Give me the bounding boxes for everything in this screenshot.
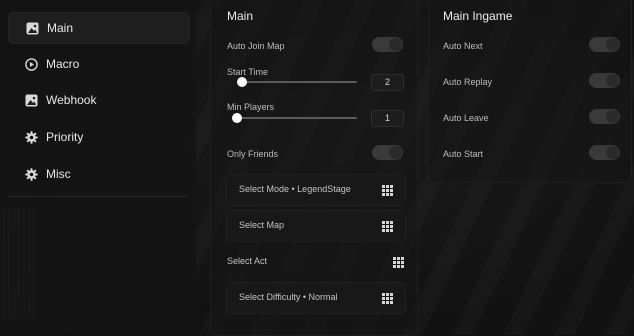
sidebar-item-label: Macro <box>46 57 80 71</box>
start-time-value[interactable]: 2 <box>371 74 404 91</box>
auto-leave-toggle[interactable] <box>589 109 620 124</box>
toggle-knob <box>606 38 619 51</box>
play-circle-icon <box>24 57 38 71</box>
select-act-label: Select Act <box>227 256 268 266</box>
start-time-slider[interactable] <box>237 77 357 87</box>
only-friends-label: Only Friends <box>227 149 279 159</box>
slider-thumb[interactable] <box>237 77 247 87</box>
select-act-dropdown[interactable]: Select Act <box>226 246 418 278</box>
select-difficulty-dropdown[interactable]: Select Difficulty • Normal <box>226 282 406 314</box>
start-time-label: Start Time <box>227 67 269 77</box>
gear-icon <box>24 167 38 181</box>
main-panel: Main Auto Join Map Start Time 2 Min Play… <box>210 0 418 336</box>
main-ingame-panel: Main Ingame Auto Next Auto Replay Auto L… <box>428 0 632 183</box>
min-players-slider[interactable] <box>232 113 357 123</box>
auto-leave-label: Auto Leave <box>443 113 489 123</box>
sidebar-item-webhook[interactable]: Webhook <box>8 85 188 115</box>
select-difficulty-label: Select Difficulty • Normal <box>239 292 338 302</box>
auto-replay-toggle[interactable] <box>589 73 620 88</box>
sidebar-item-misc[interactable]: Misc <box>8 159 188 189</box>
auto-next-label: Auto Next <box>443 41 483 51</box>
sidebar-item-label: Priority <box>46 130 84 144</box>
decorative-panel <box>0 208 35 318</box>
panel-title-ingame: Main Ingame <box>443 9 513 23</box>
gear-icon <box>24 130 38 144</box>
sidebar-item-main[interactable]: Main <box>8 12 190 44</box>
sidebar-item-macro[interactable]: Macro <box>8 49 188 79</box>
sidebar-item-label: Webhook <box>46 93 97 107</box>
image-icon <box>25 21 39 35</box>
grid-icon <box>382 293 393 304</box>
select-mode-label: Select Mode • LegendStage <box>239 184 351 194</box>
sidebar-item-label: Misc <box>46 167 71 181</box>
select-map-label: Select Map <box>239 220 285 230</box>
toggle-knob <box>606 146 619 159</box>
min-players-label: Min Players <box>227 102 275 112</box>
sidebar-divider <box>8 196 188 197</box>
sidebar: Main Macro Webhook Priority Misc <box>0 0 196 335</box>
auto-start-toggle[interactable] <box>589 145 620 160</box>
sidebar-item-label: Main <box>47 21 74 35</box>
grid-icon <box>382 221 393 232</box>
sidebar-item-priority[interactable]: Priority <box>8 122 188 152</box>
min-players-value[interactable]: 1 <box>371 110 404 127</box>
slider-thumb[interactable] <box>232 113 242 123</box>
auto-join-map-label: Auto Join Map <box>227 41 285 51</box>
auto-start-label: Auto Start <box>443 149 484 159</box>
select-mode-dropdown[interactable]: Select Mode • LegendStage <box>226 174 406 206</box>
toggle-knob <box>389 146 402 159</box>
auto-join-map-toggle[interactable] <box>372 37 403 52</box>
grid-icon <box>393 257 404 268</box>
toggle-knob <box>606 110 619 123</box>
auto-next-toggle[interactable] <box>589 37 620 52</box>
select-map-dropdown[interactable]: Select Map <box>226 210 406 242</box>
auto-replay-label: Auto Replay <box>443 77 493 87</box>
only-friends-toggle[interactable] <box>372 145 403 160</box>
toggle-knob <box>606 74 619 87</box>
panel-title-main: Main <box>227 9 254 23</box>
image-icon <box>24 93 38 107</box>
grid-icon <box>382 185 393 196</box>
toggle-knob <box>389 38 402 51</box>
